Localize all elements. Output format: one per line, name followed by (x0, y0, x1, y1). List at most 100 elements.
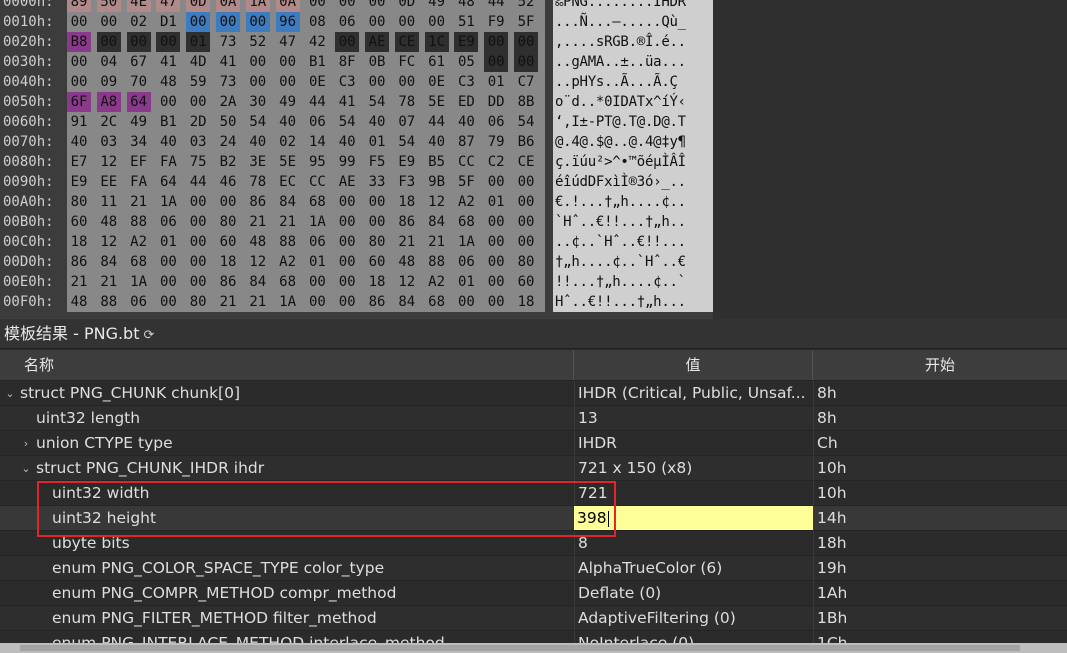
hex-byte[interactable]: 00 (484, 232, 508, 252)
hex-byte[interactable]: 06 (305, 112, 329, 132)
hex-byte[interactable]: 00 (335, 32, 360, 52)
hex-byte[interactable]: 14 (305, 132, 329, 152)
hex-byte[interactable]: 1A (245, 0, 270, 12)
hex-byte[interactable]: B8 (67, 32, 91, 52)
hex-byte[interactable]: 00 (67, 52, 91, 72)
hex-byte[interactable]: 00 (365, 12, 389, 32)
hex-byte[interactable]: 00 (335, 212, 359, 232)
hex-byte[interactable]: CC (305, 172, 329, 192)
hex-byte[interactable]: 00 (156, 32, 181, 52)
hex-byte[interactable]: C7 (514, 72, 538, 92)
hex-byte[interactable]: 54 (514, 112, 538, 132)
hex-bytes[interactable]: 6F A8 64 00 00 2A 30 49 44 41 54 78 5E ED DD 8B (67, 92, 545, 112)
hex-byte[interactable]: 88 (276, 232, 300, 252)
hex-byte[interactable]: 00 (186, 212, 210, 232)
hex-byte[interactable]: 33 (365, 172, 389, 192)
hex-byte[interactable]: 00 (484, 52, 509, 72)
hex-byte[interactable]: 40 (246, 132, 270, 152)
hex-byte[interactable]: 00 (156, 252, 180, 272)
hex-byte[interactable]: 99 (335, 152, 359, 172)
hex-byte[interactable]: 00 (156, 272, 180, 292)
hex-byte[interactable]: 03 (186, 132, 210, 152)
hex-byte[interactable]: 40 (335, 132, 359, 152)
hex-byte[interactable]: 08 (305, 12, 329, 32)
hex-byte[interactable]: 0A (275, 0, 300, 12)
hex-byte[interactable]: 50 (216, 112, 240, 132)
hex-byte[interactable]: 41 (335, 92, 359, 112)
hex-byte[interactable]: 00 (186, 192, 210, 212)
hex-byte[interactable]: 00 (216, 12, 240, 32)
hex-byte[interactable]: 00 (305, 292, 329, 312)
hex-byte[interactable]: C2 (484, 152, 508, 172)
hex-byte[interactable]: 89 (67, 0, 91, 12)
hex-byte[interactable]: 07 (395, 112, 419, 132)
hex-byte[interactable]: 00 (305, 272, 329, 292)
hex-bytes[interactable]: 91 2C 49 B1 2D 50 54 40 06 54 40 07 44 40 06 54 (67, 112, 545, 132)
hex-byte[interactable]: A2 (454, 192, 478, 212)
hex-byte[interactable]: 00 (484, 292, 508, 312)
tree-row-value[interactable]: NoInterlace (0) (574, 631, 813, 643)
hex-byte[interactable]: 48 (97, 212, 121, 232)
chevron-down-icon[interactable]: ⌄ (4, 381, 16, 406)
hex-byte[interactable]: 01 (156, 232, 180, 252)
tree-row-value[interactable]: IHDR (574, 431, 813, 456)
hex-ascii[interactable]: ..pHYs..Ã...Ã.Ç (553, 72, 713, 92)
hex-bytes[interactable]: E9 EE FA 64 44 46 78 EC CC AE 33 F3 9B 5F 00 00 (67, 172, 545, 192)
hex-byte[interactable]: 80 (186, 292, 210, 312)
template-tree-row[interactable]: ⌄ struct PNG_CHUNK chunk[0] IHDR (Critical… (0, 381, 1067, 406)
hex-byte[interactable]: EC (276, 172, 300, 192)
hex-byte[interactable]: 5E (276, 152, 300, 172)
hex-ascii[interactable]: ..¢..`Hˆ..€!!... (553, 232, 713, 252)
hex-byte[interactable]: 48 (395, 252, 419, 272)
hex-byte[interactable]: 41 (156, 52, 180, 72)
hex-bytes[interactable]: 48 88 06 00 80 21 21 1A 00 00 86 84 68 00 00 18 (67, 292, 545, 312)
hex-byte[interactable]: 1A (156, 192, 180, 212)
hex-byte[interactable]: 0E (305, 72, 329, 92)
hex-byte[interactable]: 48 (454, 0, 478, 12)
hex-byte[interactable]: 02 (276, 132, 300, 152)
hex-byte[interactable]: 86 (67, 252, 91, 272)
hex-byte[interactable]: 11 (97, 192, 121, 212)
hex-view[interactable]: 0000h: 89 50 4E 47 0D 0A 1A 0A 00 00 00 0D 49 48 44 52 ‰P… (0, 0, 1067, 319)
hex-byte[interactable]: 40 (67, 132, 91, 152)
tree-row-value[interactable]: AlphaTrueColor (6) (574, 556, 813, 581)
hex-byte[interactable]: 60 (514, 272, 538, 292)
hex-byte[interactable]: 44 (484, 0, 508, 12)
hex-byte[interactable]: 01 (454, 272, 478, 292)
hex-byte[interactable]: 21 (216, 292, 240, 312)
hex-byte[interactable]: 00 (67, 72, 91, 92)
hex-byte[interactable]: 2D (186, 112, 210, 132)
hex-byte[interactable]: 1A (305, 212, 329, 232)
hex-byte[interactable]: 00 (365, 212, 389, 232)
hex-byte[interactable]: 49 (127, 112, 151, 132)
hex-byte[interactable]: 21 (67, 272, 91, 292)
hex-byte[interactable]: 18 (365, 272, 389, 292)
hex-byte[interactable]: 00 (156, 92, 180, 112)
hex-byte[interactable]: 03 (97, 132, 121, 152)
hex-byte[interactable]: 06 (454, 252, 478, 272)
hex-byte[interactable]: 80 (365, 232, 389, 252)
hex-byte[interactable]: 04 (97, 52, 121, 72)
hex-byte[interactable]: 2C (97, 112, 121, 132)
hex-byte[interactable]: 00 (514, 192, 538, 212)
hex-bytes[interactable]: B8 00 00 00 01 73 52 47 42 00 AE CE 1C E9 00 00 (67, 32, 545, 52)
hex-byte[interactable]: 68 (305, 192, 329, 212)
hex-byte[interactable]: 88 (425, 252, 449, 272)
hex-byte[interactable]: 5F (514, 12, 538, 32)
hex-byte[interactable]: FA (156, 152, 180, 172)
horizontal-scrollbar-thumb[interactable] (20, 645, 1020, 651)
hex-byte[interactable]: 00 (335, 292, 359, 312)
hex-byte[interactable]: 4D (186, 52, 210, 72)
hex-byte[interactable]: CC (454, 152, 478, 172)
hex-byte[interactable]: 84 (276, 192, 300, 212)
chevron-right-icon[interactable]: › (20, 431, 32, 456)
hex-byte[interactable]: 00 (246, 52, 270, 72)
hex-byte[interactable]: 80 (514, 252, 538, 272)
template-tree-row[interactable]: uint32 length 13 8h (0, 406, 1067, 431)
hex-byte[interactable]: 1C (424, 32, 449, 52)
hex-ascii[interactable]: `Hˆ..€!!...†„h.. (553, 212, 713, 232)
template-tree-row[interactable]: ⌄ struct PNG_CHUNK_IHDR ihdr 721 x 150 (x8… (0, 456, 1067, 481)
hex-byte[interactable]: 68 (425, 292, 449, 312)
hex-byte[interactable]: 00 (186, 232, 210, 252)
hex-byte[interactable]: A8 (96, 92, 121, 112)
